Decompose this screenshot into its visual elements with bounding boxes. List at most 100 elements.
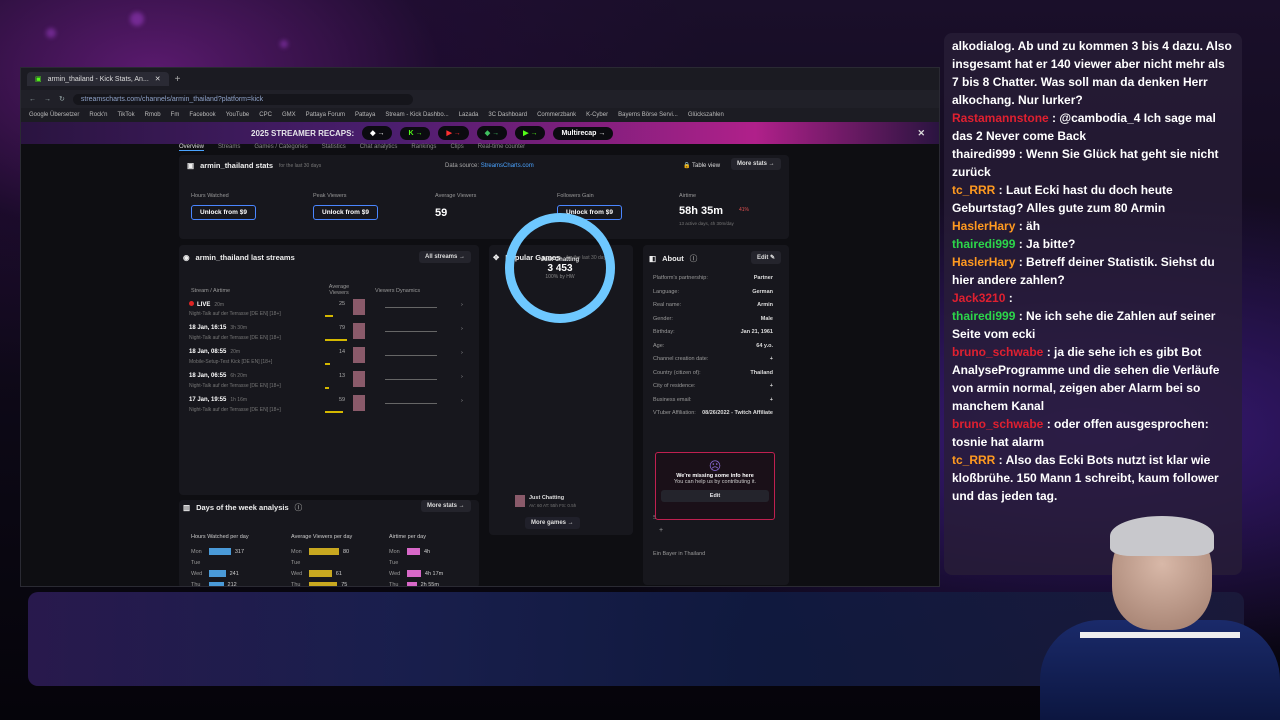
chat-username[interactable]: tc_RRR (952, 453, 995, 467)
open-stream-icon[interactable]: › (461, 398, 463, 404)
weekday-value: 212 (227, 582, 237, 587)
bookmark-item[interactable]: GMX (282, 112, 296, 118)
new-tab-icon[interactable]: + (175, 74, 181, 85)
chat-username[interactable]: HaslerHary (952, 255, 1015, 269)
close-tab-icon[interactable]: ✕ (155, 75, 161, 83)
weekday-more-stats-button[interactable]: More stats → (421, 500, 471, 512)
nav-tab[interactable]: Real-time counter (478, 144, 525, 151)
open-stream-icon[interactable]: › (461, 326, 463, 332)
last-streams-card: ◉ armin_thailand last streams All stream… (179, 245, 479, 495)
weekday-bar (309, 548, 339, 556)
open-stream-icon[interactable]: › (461, 374, 463, 380)
bookmark-item[interactable]: Commerzbank (537, 112, 576, 118)
stream-row[interactable]: 18 Jan, 08:55 20m Mobile-Setup-Test Kick [… (189, 347, 469, 371)
weekday-name: Mon (389, 548, 400, 555)
stream-thumbnail (353, 395, 365, 411)
stream-thumbnail (353, 323, 365, 339)
nav-tab[interactable]: Chat analytics (360, 144, 398, 151)
recap-pill[interactable]: ▶ → (438, 126, 469, 140)
nav-tab[interactable]: Rankings (411, 144, 436, 151)
nav-tab[interactable]: Overview (179, 144, 205, 151)
recap-pill[interactable]: ◆ → (476, 126, 508, 140)
bookmark-item[interactable]: Pattaya (355, 112, 375, 118)
chat-username[interactable]: Jack3210 (952, 291, 1005, 305)
about-key: Birthday: (653, 329, 675, 335)
stream-row[interactable]: 17 Jan, 19:55 1h 16m Night-Talk auf der Te… (189, 395, 469, 419)
bookmark-item[interactable]: K-Cyber (586, 112, 608, 118)
bookmark-item[interactable]: Bayerns Börse Servi... (618, 112, 678, 118)
bookmark-item[interactable]: Facebook (189, 112, 215, 118)
open-stream-icon[interactable]: › (461, 350, 463, 356)
hours-watched-label: Hours Watched (191, 193, 229, 199)
bookmark-item[interactable]: 3C Dashboard (488, 112, 527, 118)
more-stats-button[interactable]: More stats → (731, 158, 781, 170)
close-promo-icon[interactable]: ✕ (917, 128, 925, 139)
about-edit-button[interactable]: Edit ✎ (751, 251, 782, 264)
bookmark-item[interactable]: Pattaya Forum (306, 112, 345, 118)
recap-pill[interactable]: K → (400, 126, 431, 140)
stream-row[interactable]: 18 Jan, 16:15 3h 30m Night-Talk auf der Te… (189, 323, 469, 347)
chat-message: alkodialog. Ab und zu kommen 3 bis 4 daz… (952, 37, 1234, 109)
chat-text: äh (1026, 219, 1041, 233)
chat-username[interactable]: thairedi999 (952, 309, 1015, 323)
about-value[interactable]: + (770, 383, 773, 389)
bookmark-item[interactable]: Lazada (459, 112, 479, 118)
unlock-hours-button[interactable]: Unlock from $9 (191, 205, 256, 220)
more-stats-label: More stats (737, 161, 768, 167)
chat-message: bruno_schwabe : oder offen ausgesprochen… (952, 415, 1234, 451)
bookmark-item[interactable]: Fm (171, 112, 180, 118)
about-value[interactable]: + (770, 397, 773, 403)
open-stream-icon[interactable]: › (461, 302, 463, 308)
bookmark-item[interactable]: YouTube (226, 112, 250, 118)
bookmark-item[interactable]: Rmob (145, 112, 161, 118)
reload-icon[interactable]: ↻ (59, 95, 65, 103)
browser-tab[interactable]: ▣ armin_thailand - Kick Stats, An... ✕ (27, 72, 169, 86)
last-streams-title: armin_thailand last streams (195, 253, 295, 262)
about-value[interactable]: + (770, 356, 773, 362)
stream-row[interactable]: LIVE 20m Night-Talk auf der Terrasse [DE E… (189, 299, 469, 323)
nav-tab[interactable]: Clips (450, 144, 463, 151)
chat-username[interactable]: thairedi999 (952, 237, 1015, 251)
about-row: Platform's partnership: Partner (653, 275, 773, 281)
recap-pill[interactable]: ▶ → (515, 126, 546, 140)
weekday-title: Days of the week analysis (196, 503, 289, 512)
more-games-button[interactable]: More games → (525, 517, 580, 529)
bookmark-item[interactable]: CPC (259, 112, 272, 118)
all-streams-button[interactable]: All streams → (419, 251, 472, 263)
stats-card: ▣ armin_thailand stats for the last 30 d… (179, 155, 789, 239)
missing-edit-button[interactable]: Edit (661, 490, 769, 502)
bookmark-item[interactable]: TikTok (118, 112, 135, 118)
chat-separator: : (1015, 237, 1027, 251)
stream-row[interactable]: 18 Jan, 06:55 6h 20m Night-Talk auf der Te… (189, 371, 469, 395)
col-avg-viewers: Average Viewers (328, 284, 350, 296)
nav-tab[interactable]: Streams (218, 144, 240, 151)
bookmark-item[interactable]: Glückszahlen (688, 112, 724, 118)
back-icon[interactable]: ← (29, 96, 36, 103)
table-view-toggle[interactable]: 🔒 Table view (683, 162, 720, 169)
unlock-peak-button[interactable]: Unlock from $9 (313, 205, 378, 220)
missing-info-box: ☹ We're missing some info here You can h… (655, 452, 775, 520)
forward-icon[interactable]: → (44, 96, 51, 103)
nav-tab[interactable]: Games / Categories (254, 144, 307, 151)
about-value: Armin (757, 302, 773, 308)
chat-username[interactable]: Rastamannstone (952, 111, 1049, 125)
stream-duration: 20m (230, 349, 241, 355)
stream-viewers-bar (325, 387, 329, 389)
data-source-link[interactable]: StreamsCharts.com (481, 163, 534, 169)
bookmark-item[interactable]: Google Übersetzer (29, 112, 79, 118)
multirecap-pill[interactable]: Multirecap → (553, 126, 614, 140)
nav-tab[interactable]: Statistics (322, 144, 346, 151)
address-bar[interactable]: streamscharts.com/channels/armin_thailan… (72, 93, 413, 105)
bookmark-item[interactable]: Stream - Kick Dashbo... (385, 112, 448, 118)
weekday-row: Mon 80 (291, 546, 349, 557)
add-social-icon[interactable]: + (659, 527, 663, 534)
chat-username[interactable]: bruno_schwabe (952, 345, 1043, 359)
chat-username[interactable]: bruno_schwabe (952, 417, 1043, 431)
chat-username[interactable]: tc_RRR (952, 183, 995, 197)
bokeh-light (280, 40, 288, 48)
chat-username[interactable]: thairedi999 (952, 147, 1015, 161)
recap-pill[interactable]: ◆ → (362, 126, 393, 140)
bookmark-item[interactable]: Rock'n (89, 112, 107, 118)
stream-avg-viewers: 59 (339, 397, 346, 403)
chat-username[interactable]: HaslerHary (952, 219, 1015, 233)
